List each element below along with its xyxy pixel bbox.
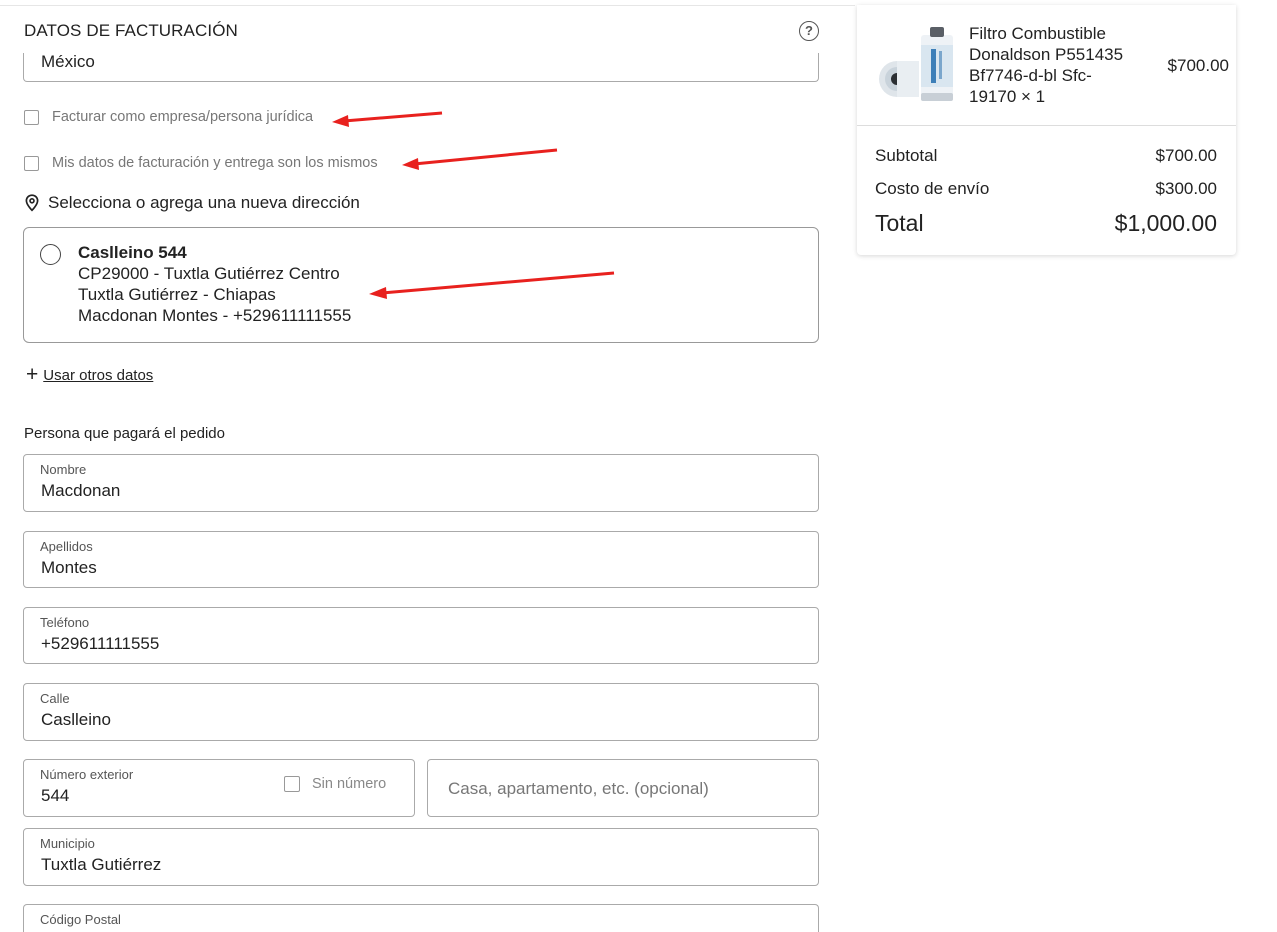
calle-value: Caslleino: [41, 710, 111, 729]
nombre-value: Macdonan: [41, 481, 121, 500]
order-summary: Filtro Combustible Donaldson P551435 Bf7…: [857, 5, 1236, 255]
use-other-data-label[interactable]: Usar otros datos: [43, 367, 153, 384]
nombre-field[interactable]: Nombre Macdonan: [23, 454, 819, 512]
country-value: México: [41, 52, 95, 71]
telefono-field[interactable]: Teléfono +529611111555: [23, 607, 819, 664]
annotation-arrow-2: [402, 148, 558, 170]
annotation-arrow-1: [332, 111, 443, 127]
municipio-label: Municipio: [40, 836, 95, 851]
product-name: Filtro Combustible Donaldson P551435 Bf7…: [969, 24, 1124, 106]
plus-icon: +: [26, 363, 39, 386]
same-data-option[interactable]: Mis datos de facturación y entrega son l…: [24, 155, 378, 171]
codigo-postal-field[interactable]: Código Postal: [23, 904, 819, 932]
use-other-data-link[interactable]: + Usar otros datos: [26, 363, 153, 386]
apellidos-label: Apellidos: [40, 539, 93, 554]
shipping-row: Costo de envío $300.00: [875, 179, 1217, 199]
numero-exterior-label: Número exterior: [40, 767, 134, 782]
address-line-3: Macdonan Montes - +529611111555: [78, 306, 352, 325]
sin-numero-label: Sin número: [312, 776, 387, 792]
address-card[interactable]: Caslleino 544 CP29000 - Tuxtla Gutiérrez…: [23, 227, 819, 343]
address-line-2: Tuxtla Gutiérrez - Chiapas: [78, 285, 276, 304]
product-image: [879, 27, 953, 101]
address-name: Caslleino 544: [78, 243, 187, 262]
address-heading: Selecciona o agrega una nueva dirección: [24, 193, 360, 213]
total-label: Total: [875, 210, 924, 236]
codigo-postal-label: Código Postal: [40, 912, 121, 927]
shipping-value: $300.00: [1155, 179, 1217, 198]
subtotal-value: $700.00: [1155, 146, 1217, 165]
municipio-field[interactable]: Municipio Tuxtla Gutiérrez: [23, 828, 819, 886]
apellidos-value: Montes: [41, 558, 97, 577]
address-radio[interactable]: [40, 244, 61, 265]
company-billing-checkbox[interactable]: [24, 109, 39, 125]
calle-label: Calle: [40, 691, 70, 706]
address-heading-label: Selecciona o agrega una nueva dirección: [48, 193, 360, 212]
telefono-label: Teléfono: [40, 615, 90, 630]
sin-numero-checkbox[interactable]: [284, 776, 300, 792]
interior-field[interactable]: Casa, apartamento, etc. (opcional): [427, 759, 819, 817]
same-data-checkbox[interactable]: [24, 155, 39, 171]
subtotal-label: Subtotal: [875, 146, 938, 165]
calle-field[interactable]: Calle Caslleino: [23, 683, 819, 741]
company-billing-option[interactable]: Facturar como empresa/persona jurídica: [24, 109, 313, 125]
sin-numero-option[interactable]: Sin número: [284, 776, 386, 792]
address-details: Caslleino 544 CP29000 - Tuxtla Gutiérrez…: [78, 242, 351, 326]
question-circle-icon[interactable]: ?: [799, 21, 819, 41]
shipping-label: Costo de envío: [875, 179, 990, 198]
municipio-value: Tuxtla Gutiérrez: [41, 855, 162, 874]
nombre-label: Nombre: [40, 462, 87, 477]
product-price: $700.00: [1167, 56, 1229, 75]
numero-exterior-field[interactable]: Número exterior 544 Sin número: [23, 759, 415, 817]
same-data-label: Mis datos de facturación y entrega son l…: [52, 155, 378, 171]
numero-exterior-value: 544: [41, 786, 70, 805]
telefono-value: +529611111555: [41, 634, 160, 653]
payer-section-title: Persona que pagará el pedido: [24, 425, 225, 442]
address-line-1: CP29000 - Tuxtla Gutiérrez Centro: [78, 264, 340, 283]
company-billing-label: Facturar como empresa/persona jurídica: [52, 109, 314, 125]
total-value: $1,000.00: [1114, 210, 1217, 236]
subtotal-row: Subtotal $700.00: [875, 146, 1217, 166]
billing-section-title: DATOS DE FACTURACIÓN: [24, 21, 238, 40]
total-row: Total $1,000.00: [875, 210, 1217, 237]
summary-divider: [857, 125, 1236, 126]
apellidos-field[interactable]: Apellidos Montes: [23, 531, 819, 588]
location-pin-icon: [25, 194, 39, 212]
interior-placeholder: Casa, apartamento, etc. (opcional): [448, 779, 709, 798]
